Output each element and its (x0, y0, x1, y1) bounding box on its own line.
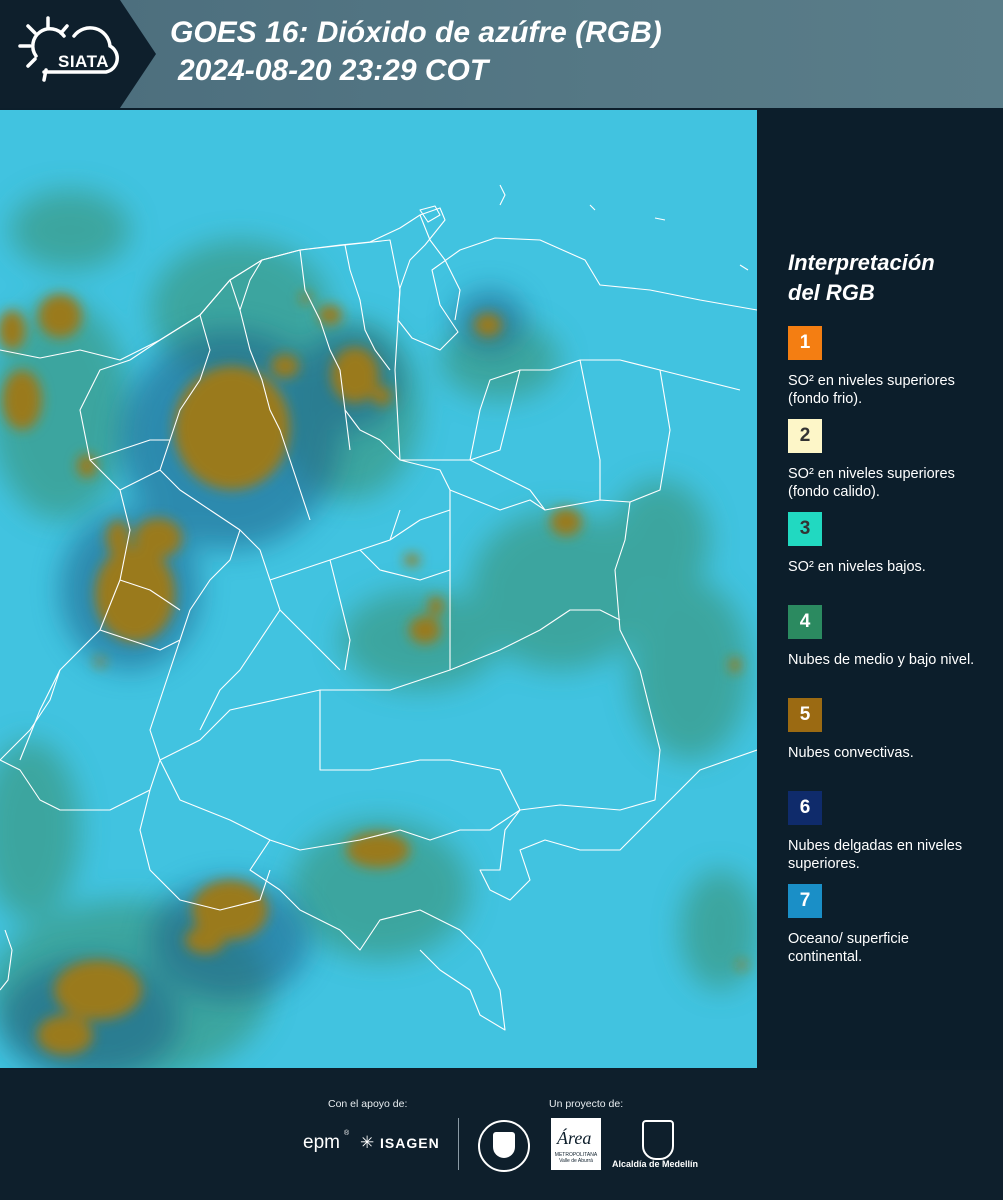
legend-item-6: 6 Nubes delgadas en niveles superiores. (788, 791, 988, 884)
legend-swatch: 5 (788, 698, 822, 732)
legend-swatch: 3 (788, 512, 822, 546)
legend-items: 1 SO² en niveles superiores (fondo frio).… (788, 326, 988, 977)
legend-item-2: 2 SO² en niveles superiores (fondo calido… (788, 419, 988, 512)
legend-item-1: 1 SO² en niveles superiores (fondo frio). (788, 326, 988, 419)
alcaldia-shield-icon (642, 1120, 674, 1160)
epm-logo: epm (303, 1132, 340, 1153)
footer: Con el apoyo de: Un proyecto de: epm ® ✳… (0, 1070, 1003, 1200)
legend-title-line-2: del RGB (788, 280, 875, 305)
legend-label: SO² en niveles superiores (fondo frio). (788, 373, 955, 407)
satellite-map (0, 110, 757, 1068)
map-canvas (0, 110, 757, 1068)
title-line-2: 2024-08-20 23:29 COT (178, 54, 489, 87)
header: SIATA GOES 16: Dióxido de azúfre (RGB) 2… (0, 0, 1003, 108)
area-metropolitana-logo: Área METROPOLITANA Valle de Aburrá (551, 1118, 601, 1170)
legend-title: Interpretación del RGB (788, 248, 988, 308)
isagen-mark-icon: ✳ (360, 1133, 375, 1152)
project-label: Un proyecto de: (549, 1098, 624, 1110)
medellin-seal-icon (478, 1120, 530, 1172)
legend-label: Nubes de medio y bajo nivel. (788, 652, 975, 668)
area-logo-text: Área (557, 1128, 592, 1148)
legend: Interpretación del RGB 1 SO² en niveles s… (788, 248, 988, 977)
legend-title-line-1: Interpretación (788, 250, 935, 275)
legend-item-5: 5 Nubes convectivas. (788, 698, 988, 791)
siata-logo: SIATA (14, 12, 134, 96)
legend-swatch: 4 (788, 605, 822, 639)
page-title: GOES 16: Dióxido de azúfre (RGB) 2024-08… (170, 14, 662, 90)
legend-label: Nubes delgadas en niveles superiores. (788, 838, 963, 872)
legend-item-3: 3 SO² en niveles bajos. (788, 512, 988, 605)
legend-label: SO² en niveles superiores (fondo calido)… (788, 466, 955, 500)
legend-swatch: 1 (788, 326, 822, 360)
legend-swatch: 7 (788, 884, 822, 918)
legend-label: SO² en niveles bajos. (788, 559, 926, 575)
legend-swatch: 2 (788, 419, 822, 453)
legend-item-4: 4 Nubes de medio y bajo nivel. (788, 605, 988, 698)
footer-divider (458, 1118, 459, 1170)
isagen-logo: ISAGEN (380, 1135, 440, 1151)
logo-text: SIATA (58, 52, 109, 71)
area-logo-subtext: METROPOLITANA Valle de Aburrá (554, 1152, 598, 1164)
legend-label: Nubes convectivas. (788, 745, 914, 761)
legend-item-7: 7 Oceano/ superficie continental. (788, 884, 988, 977)
legend-swatch: 6 (788, 791, 822, 825)
legend-label: Oceano/ superficie continental. (788, 931, 909, 965)
support-label: Con el apoyo de: (328, 1098, 408, 1110)
title-line-1: GOES 16: Dióxido de azúfre (RGB) (170, 16, 662, 49)
alcaldia-logo: Alcaldía de Medellín (612, 1159, 699, 1169)
registered-mark-icon: ® (344, 1130, 350, 1137)
